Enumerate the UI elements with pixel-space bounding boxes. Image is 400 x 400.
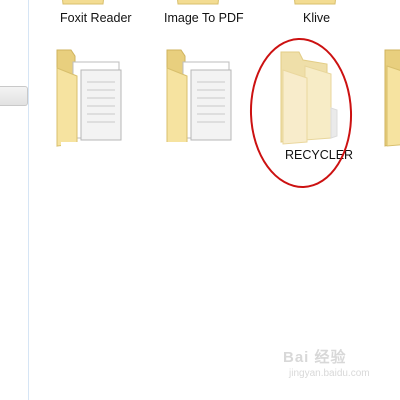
- folder-label-image-to-pdf[interactable]: Image To PDF: [164, 11, 244, 25]
- folder-icon[interactable]: [174, 0, 222, 6]
- navigation-scroll-tab[interactable]: [0, 86, 28, 106]
- watermark-url: jingyan.baidu.com: [289, 368, 370, 379]
- redacted-label-area: [61, 142, 261, 184]
- navigation-pane: [0, 0, 29, 400]
- watermark-text: Bai 经验: [283, 349, 347, 366]
- watermark-logo: Bai 经验 jingyan.baidu.com: [283, 346, 393, 386]
- folder-icon[interactable]: [381, 48, 400, 148]
- file-list-area: Foxit Reader Image To PDF Klive RECYCLER: [29, 0, 400, 400]
- folder-icon[interactable]: [59, 0, 107, 6]
- folder-with-documents-icon[interactable]: [53, 48, 127, 148]
- folder-label-foxit-reader[interactable]: Foxit Reader: [60, 11, 132, 25]
- folder-with-documents-icon[interactable]: [163, 48, 237, 148]
- folder-label-klive[interactable]: Klive: [303, 11, 330, 25]
- folder-icon[interactable]: [291, 0, 339, 6]
